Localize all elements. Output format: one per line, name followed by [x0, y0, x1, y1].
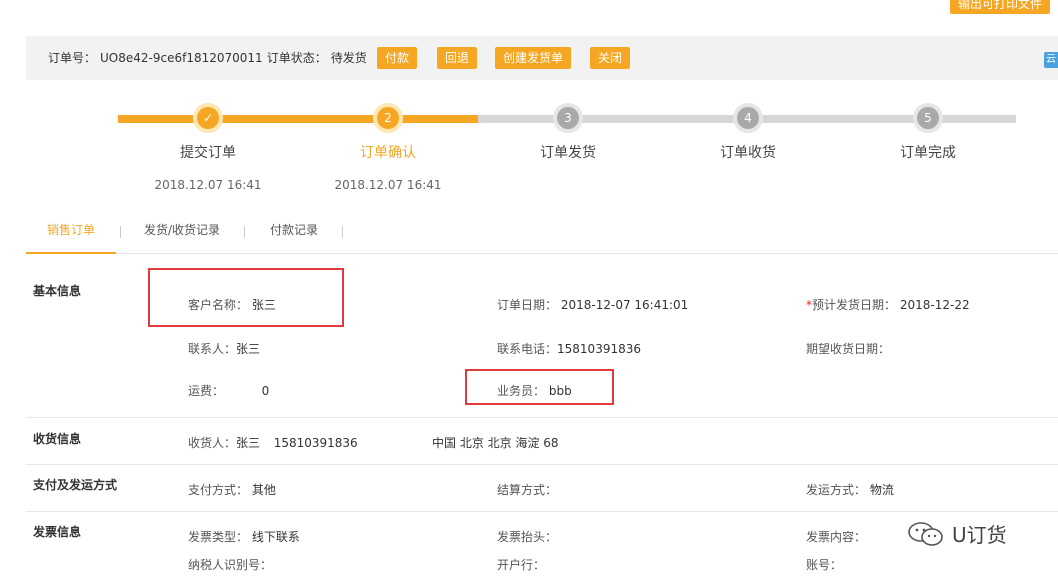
tab-payment-records[interactable]: 付款记录 [258, 212, 330, 254]
step-number: 5 [913, 103, 943, 133]
receive-info-section: 收货信息 收货人：张三 15810391836 中国 北京 北京 海淀 68 [26, 418, 1058, 465]
ship-method-field: 发运方式： 物流 [806, 481, 894, 498]
step-name: 订单发货 [540, 145, 596, 161]
watermark: U订货 [906, 519, 1007, 548]
step-number: 3 [553, 103, 583, 133]
rollback-button[interactable]: 回退 [437, 47, 478, 69]
contact-value: 张三 [236, 342, 261, 356]
receiver-value: 张三 [236, 436, 261, 450]
tax-id-field: 纳税人识别号： [188, 556, 272, 573]
section-title: 发票信息 [33, 525, 82, 539]
order-date-label: 订单日期： [497, 298, 558, 312]
invoice-content-field: 发票内容： [806, 528, 866, 545]
ship-date-label: 预计发货日期： [812, 298, 897, 312]
step-name: 订单收货 [720, 145, 776, 161]
print-file-button[interactable]: 输出可打印文件 [949, 0, 1050, 14]
wechat-icon [906, 521, 946, 547]
order-no-label: 订单号： [48, 51, 97, 65]
invoice-section: 发票信息 发票类型： 线下联系 发票抬头： 发票内容： 纳税人识别号： 开户行：… [26, 512, 1058, 580]
step-name: 提交订单 [180, 145, 236, 161]
step-ship: 3 订单发货 [478, 96, 658, 162]
section-title: 支付及发运方式 [33, 478, 118, 492]
tab-divider [244, 226, 245, 238]
phone-value: 15810391836 [557, 342, 641, 356]
step-name: 订单确认 [360, 145, 416, 161]
ship-date-value: 2018-12-22 [899, 298, 970, 312]
payment-section: 支付及发运方式 支付方式： 其他 结算方式： 发运方式： 物流 [26, 465, 1058, 512]
step-complete: 5 订单完成 [838, 96, 1018, 162]
order-info: 订单号： UO8e42-9ce6f1812070011 订单状态： 待发货 [48, 36, 367, 80]
pay-method-label: 支付方式： [188, 483, 249, 497]
create-shipment-button[interactable]: 创建发货单 [495, 47, 572, 69]
receiver-label: 收货人： [188, 436, 237, 450]
expect-date-field: 期望收货日期： [806, 340, 890, 357]
step-time: 2018.12.07 16:41 [154, 178, 262, 192]
section-title: 收货信息 [33, 432, 82, 446]
order-status: 待发货 [330, 51, 367, 65]
section-title: 基本信息 [33, 284, 82, 298]
cloud-service-icon[interactable]: 云 [1044, 52, 1058, 68]
tax-id-label: 纳税人识别号： [188, 558, 273, 572]
highlight-box-customer [148, 268, 344, 327]
step-number: 4 [733, 103, 763, 133]
order-date-value: 2018-12-07 16:41:01 [560, 298, 689, 312]
tab-divider [120, 226, 121, 238]
step-name: 订单完成 [900, 145, 956, 161]
freight-label: 运费： [188, 384, 225, 398]
tab-shipping-records[interactable]: 发货/收货记录 [130, 212, 234, 254]
order-no: UO8e42-9ce6f1812070011 [100, 51, 263, 65]
settle-method-field: 结算方式： [497, 481, 557, 498]
bank-label: 开户行： [497, 558, 546, 572]
bank-field: 开户行： [497, 556, 545, 573]
freight-field: 运费： 0 [188, 382, 269, 399]
step-number: 2 [373, 103, 403, 133]
contact-field: 联系人：张三 [188, 340, 260, 357]
ship-method-label: 发运方式： [806, 483, 867, 497]
account-field: 账号： [806, 556, 842, 573]
pay-button[interactable]: 付款 [377, 47, 418, 69]
account-label: 账号： [806, 558, 843, 572]
detail-tabs: 销售订单 发货/收货记录 付款记录 [26, 212, 1058, 254]
step-confirm: 2 订单确认 2018.12.07 16:41 [298, 96, 478, 192]
pay-method-value: 其他 [251, 483, 276, 497]
invoice-header-field: 发票抬头： [497, 528, 557, 545]
order-progress: ✓ 提交订单 2018.12.07 16:41 2 订单确认 2018.12.0… [0, 96, 1058, 206]
order-date-field: 订单日期： 2018-12-07 16:41:01 [497, 296, 688, 313]
settle-method-label: 结算方式： [497, 483, 558, 497]
receiver-phone: 15810391836 [273, 436, 358, 450]
ship-method-value: 物流 [869, 483, 894, 497]
highlight-box-salesperson [465, 369, 614, 405]
receiver-field: 收货人：张三 15810391836 [188, 434, 358, 451]
invoice-type-label: 发票类型： [188, 530, 249, 544]
check-icon: ✓ [193, 103, 223, 133]
phone-field: 联系电话：15810391836 [497, 340, 641, 357]
pay-method-field: 支付方式： 其他 [188, 481, 276, 498]
step-submit: ✓ 提交订单 2018.12.07 16:41 [118, 96, 298, 192]
close-button[interactable]: 关闭 [590, 47, 631, 69]
ship-date-field: *预计发货日期： 2018-12-22 [806, 296, 970, 313]
invoice-type-value: 线下联系 [251, 530, 300, 544]
watermark-text: U订货 [952, 523, 1007, 547]
invoice-content-label: 发票内容： [806, 530, 867, 544]
phone-label: 联系电话： [497, 342, 558, 356]
tab-divider [342, 226, 343, 238]
step-time: 2018.12.07 16:41 [334, 178, 442, 192]
step-receive: 4 订单收货 [658, 96, 838, 162]
contact-label: 联系人： [188, 342, 237, 356]
address-field: 中国 北京 北京 海淀 68 [432, 434, 559, 451]
address-value: 中国 北京 北京 海淀 68 [432, 436, 559, 450]
tab-sales-order[interactable]: 销售订单 [26, 212, 116, 254]
order-header-bar: 订单号： UO8e42-9ce6f1812070011 订单状态： 待发货 付款 回退… [26, 36, 1058, 80]
expect-date-label: 期望收货日期： [806, 342, 891, 356]
order-status-label: 订单状态： [266, 51, 327, 65]
invoice-header-label: 发票抬头： [497, 530, 558, 544]
invoice-type-field: 发票类型： 线下联系 [188, 528, 300, 545]
freight-value: 0 [261, 384, 270, 398]
